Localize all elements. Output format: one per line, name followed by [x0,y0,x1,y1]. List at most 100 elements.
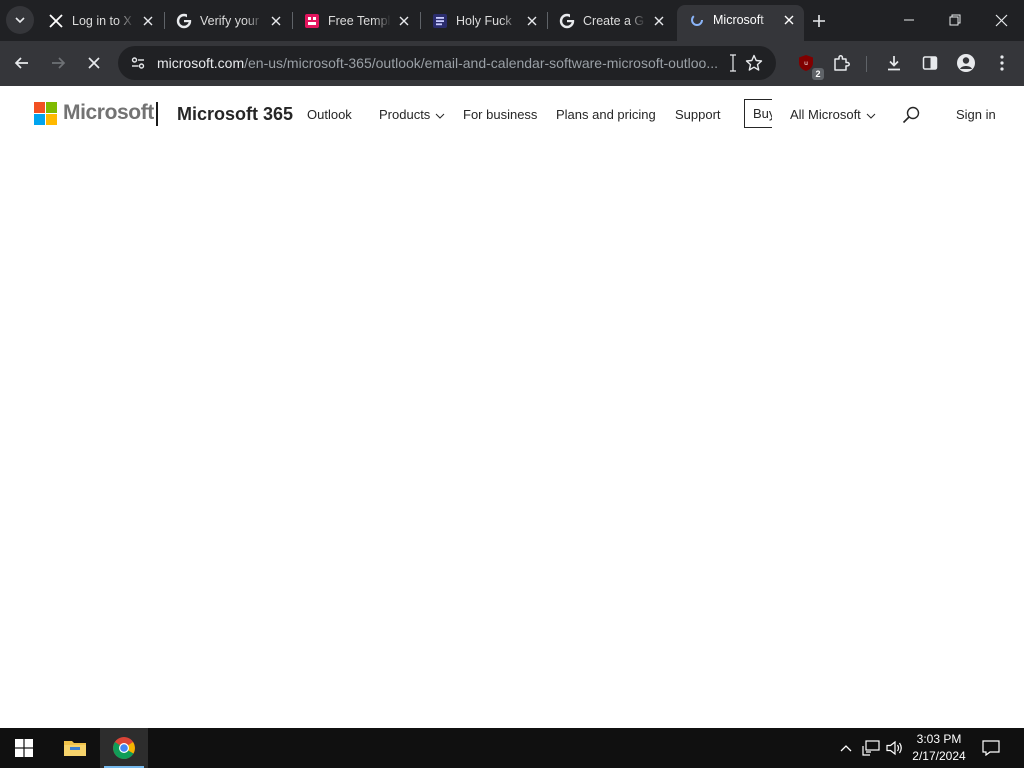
x-logo-icon [48,13,64,29]
downloads-button[interactable] [879,48,909,78]
side-panel-icon [922,56,938,70]
browser-tab[interactable]: Verify your [164,6,291,35]
close-icon[interactable] [139,12,157,30]
plus-icon [813,15,825,27]
tab-search-button[interactable] [6,6,34,34]
speaker-icon [886,740,902,756]
chevron-down-icon [15,17,25,24]
notifications-button[interactable] [981,738,1001,758]
google-icon [176,13,192,29]
show-hidden-icons-button[interactable] [836,738,856,758]
nav-support[interactable]: Support [675,107,721,122]
browser-tab[interactable]: Free Templ [292,6,419,35]
nav-label: Sign in [956,107,996,122]
close-icon [88,57,100,69]
close-window-button[interactable] [978,0,1024,40]
tab-title: Create a G [583,13,645,28]
header-divider [156,102,158,126]
nav-for-business[interactable]: For business [463,107,537,122]
close-icon[interactable] [650,12,668,30]
doc-site-icon [432,13,448,29]
search-icon [902,106,920,124]
microsoft-logo[interactable]: Microsoft [34,101,154,125]
product-name-link[interactable]: Microsoft 365 [177,104,293,125]
buy-now-button[interactable]: Buy now [744,99,772,128]
site-search-button[interactable] [901,105,921,125]
windows-taskbar: 3:03 PM 2/17/2024 [0,728,1024,768]
chevron-up-icon [840,745,852,752]
forward-button[interactable] [43,48,73,78]
nav-label: Plans and pricing [556,107,656,122]
back-button[interactable] [7,48,37,78]
microsoft-squares-icon [34,101,57,125]
arrow-right-icon [52,57,66,69]
volume-button[interactable] [885,738,905,758]
chrome-menu-button[interactable] [987,48,1017,78]
nav-all-microsoft[interactable]: All Microsoft [790,107,876,122]
nav-outlook[interactable]: Outlook [307,107,352,122]
close-icon[interactable] [780,11,798,29]
chrome-icon [113,737,135,759]
chrome-taskbar-button[interactable] [100,728,148,768]
nav-products[interactable]: Products [379,107,445,122]
side-panel-button[interactable] [915,48,945,78]
url-host: microsoft.com [157,55,245,71]
folder-icon [64,741,86,756]
close-icon[interactable] [267,12,285,30]
browser-tab-active[interactable]: Microsoft [677,5,804,41]
browser-tab[interactable]: Holy Fuck [420,6,547,35]
new-tab-button[interactable] [807,9,831,33]
url-path: /en-us/microsoft-365/outlook/email-and-c… [244,55,718,71]
bookmark-star-icon[interactable] [745,54,763,77]
stop-loading-button[interactable] [79,48,109,78]
browser-tab-strip: Log in to X Verify your Free Templ Holy … [0,0,1024,41]
browser-tab[interactable]: Log in to X [36,6,163,35]
address-bar[interactable]: microsoft.com/en-us/microsoft-365/outloo… [118,46,776,80]
browser-tab[interactable]: Create a G [547,6,674,35]
close-icon [995,14,1007,26]
tab-title: Holy Fuck [456,13,512,28]
system-clock[interactable]: 3:03 PM 2/17/2024 [905,731,973,765]
avatar-icon [957,54,975,72]
nav-label: Products [379,107,431,122]
network-button[interactable] [861,738,881,758]
close-icon[interactable] [523,12,541,30]
nav-label: For business [463,107,538,122]
nav-label: All Microsoft [790,107,861,122]
windows-logo-icon [15,739,33,757]
minimize-icon [904,19,914,21]
logo-text: Microsoft [63,101,154,124]
toolbar-divider [866,56,867,72]
web-page: Microsoft Microsoft 365 Outlook Products… [0,86,1024,728]
url-text[interactable]: microsoft.com/en-us/microsoft-365/outloo… [157,55,732,71]
ublock-extension-button[interactable]: u 2 [791,48,824,80]
nav-label: Outlook [307,107,352,122]
chevron-down-icon [435,113,445,119]
loading-icon [689,12,705,28]
google-icon [559,13,575,29]
minimize-button[interactable] [886,0,932,40]
logo-square [46,113,57,125]
site-settings-icon[interactable] [130,55,146,76]
restore-button[interactable] [932,0,978,40]
start-button[interactable] [0,728,48,768]
clock-time: 3:03 PM [916,732,962,746]
profile-button[interactable] [951,48,981,78]
network-icon [862,740,880,756]
arrow-left-icon [14,57,28,69]
chevron-down-icon [866,113,876,119]
notification-icon [982,740,1000,756]
tab-title: Free Templ [328,13,391,28]
extensions-button[interactable] [826,48,856,78]
file-explorer-taskbar-button[interactable] [51,728,99,768]
svg-text:u: u [804,60,808,67]
nav-plans-pricing[interactable]: Plans and pricing [556,107,656,122]
browser-toolbar: microsoft.com/en-us/microsoft-365/outloo… [0,41,1024,86]
logo-square [46,101,57,113]
tab-title: Log in to X [72,13,132,28]
tab-title: Verify your [200,13,260,28]
sign-in-link[interactable]: Sign in [956,107,996,122]
close-icon[interactable] [395,12,413,30]
restore-icon [949,14,961,26]
buy-label: Buy now [753,106,772,121]
